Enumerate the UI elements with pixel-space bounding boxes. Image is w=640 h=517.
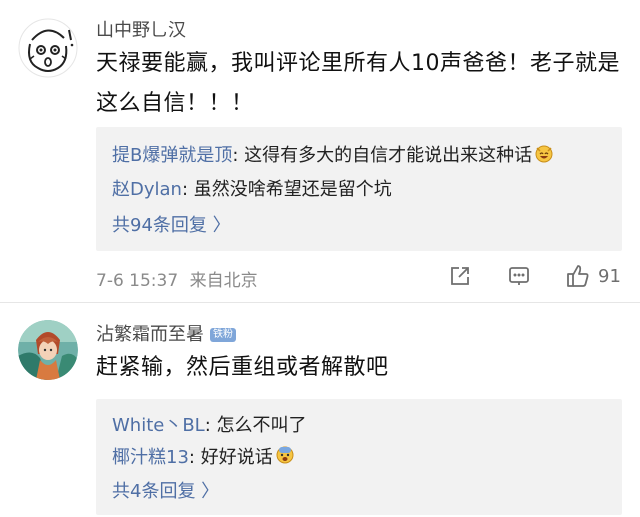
reply-item[interactable]: 赵Dylan: 虽然没啥希望还是留个坑 [112,175,392,201]
username[interactable]: 沾繁霜而至暑 铁粉 [96,320,236,346]
reply-box[interactable]: White丶BL: 怎么不叫了 椰汁糕13: 好好说话 共4条回复 〉 [96,399,622,515]
avatar-sketch-face-icon [18,18,78,78]
share-icon[interactable] [448,264,472,292]
reply-username[interactable]: 赵Dylan [112,179,182,200]
reply-text: : 虽然没啥希望还是留个坑 [181,179,392,200]
reply-item[interactable]: 椰汁糕13: 好好说话 [112,443,295,470]
avatar[interactable] [18,18,78,78]
comment-text: 天禄要能赢，我叫评论里所有人10声爸爸！老子就是这么自信！！！ [96,51,620,116]
comment-text: 赶紧输，然后重组或者解散吧 [96,355,389,380]
reply-text: : 好好说话 [188,447,273,468]
comment-item: 山中野乚汉 天禄要能赢，我叫评论里所有人10声爸爸！老子就是这么自信！！！ 提B… [0,0,640,300]
location: 来自北京 [189,271,258,291]
reply-item[interactable]: 提B爆弹就是顶: 这得有多大的自信才能说出来这种话 [112,141,554,168]
reply-username[interactable]: White丶BL [112,415,205,436]
avatar[interactable] [18,320,78,380]
reply-text: : 怎么不叫了 [204,415,307,436]
fearful-face-emoji-icon [275,445,295,470]
username[interactable]: 山中野乚汉 [96,16,186,42]
comment-icon[interactable] [507,264,531,292]
reply-username[interactable]: 椰汁糕13 [112,447,189,468]
avatar-anime-character-icon [18,320,78,380]
comment-item: 沾繁霜而至暑 铁粉 赶紧输，然后重组或者解散吧 White丶BL: 怎么不叫了 椰… [0,303,640,517]
reply-username[interactable]: 提B爆弹就是顶 [112,145,232,166]
timestamp: 7-6 15:37 [96,271,179,291]
laughing-face-emoji-icon [534,143,554,168]
username-text[interactable]: 沾繁霜而至暑 [96,324,204,345]
like-count: 91 [598,266,621,287]
comment-meta: 7-6 15:37 来自北京 [96,266,258,291]
reply-text: : 这得有多大的自信才能说出来这种话 [232,145,533,166]
fan-badge: 铁粉 [210,328,236,342]
view-more-replies-link[interactable]: 共94条回复 〉 [112,211,231,237]
reply-box[interactable]: 提B爆弹就是顶: 这得有多大的自信才能说出来这种话 赵Dylan: 虽然没啥希望… [96,127,622,251]
thumbs-up-icon[interactable] [565,263,591,293]
reply-item[interactable]: White丶BL: 怎么不叫了 [112,411,307,437]
view-more-replies-link[interactable]: 共4条回复 〉 [112,477,219,503]
